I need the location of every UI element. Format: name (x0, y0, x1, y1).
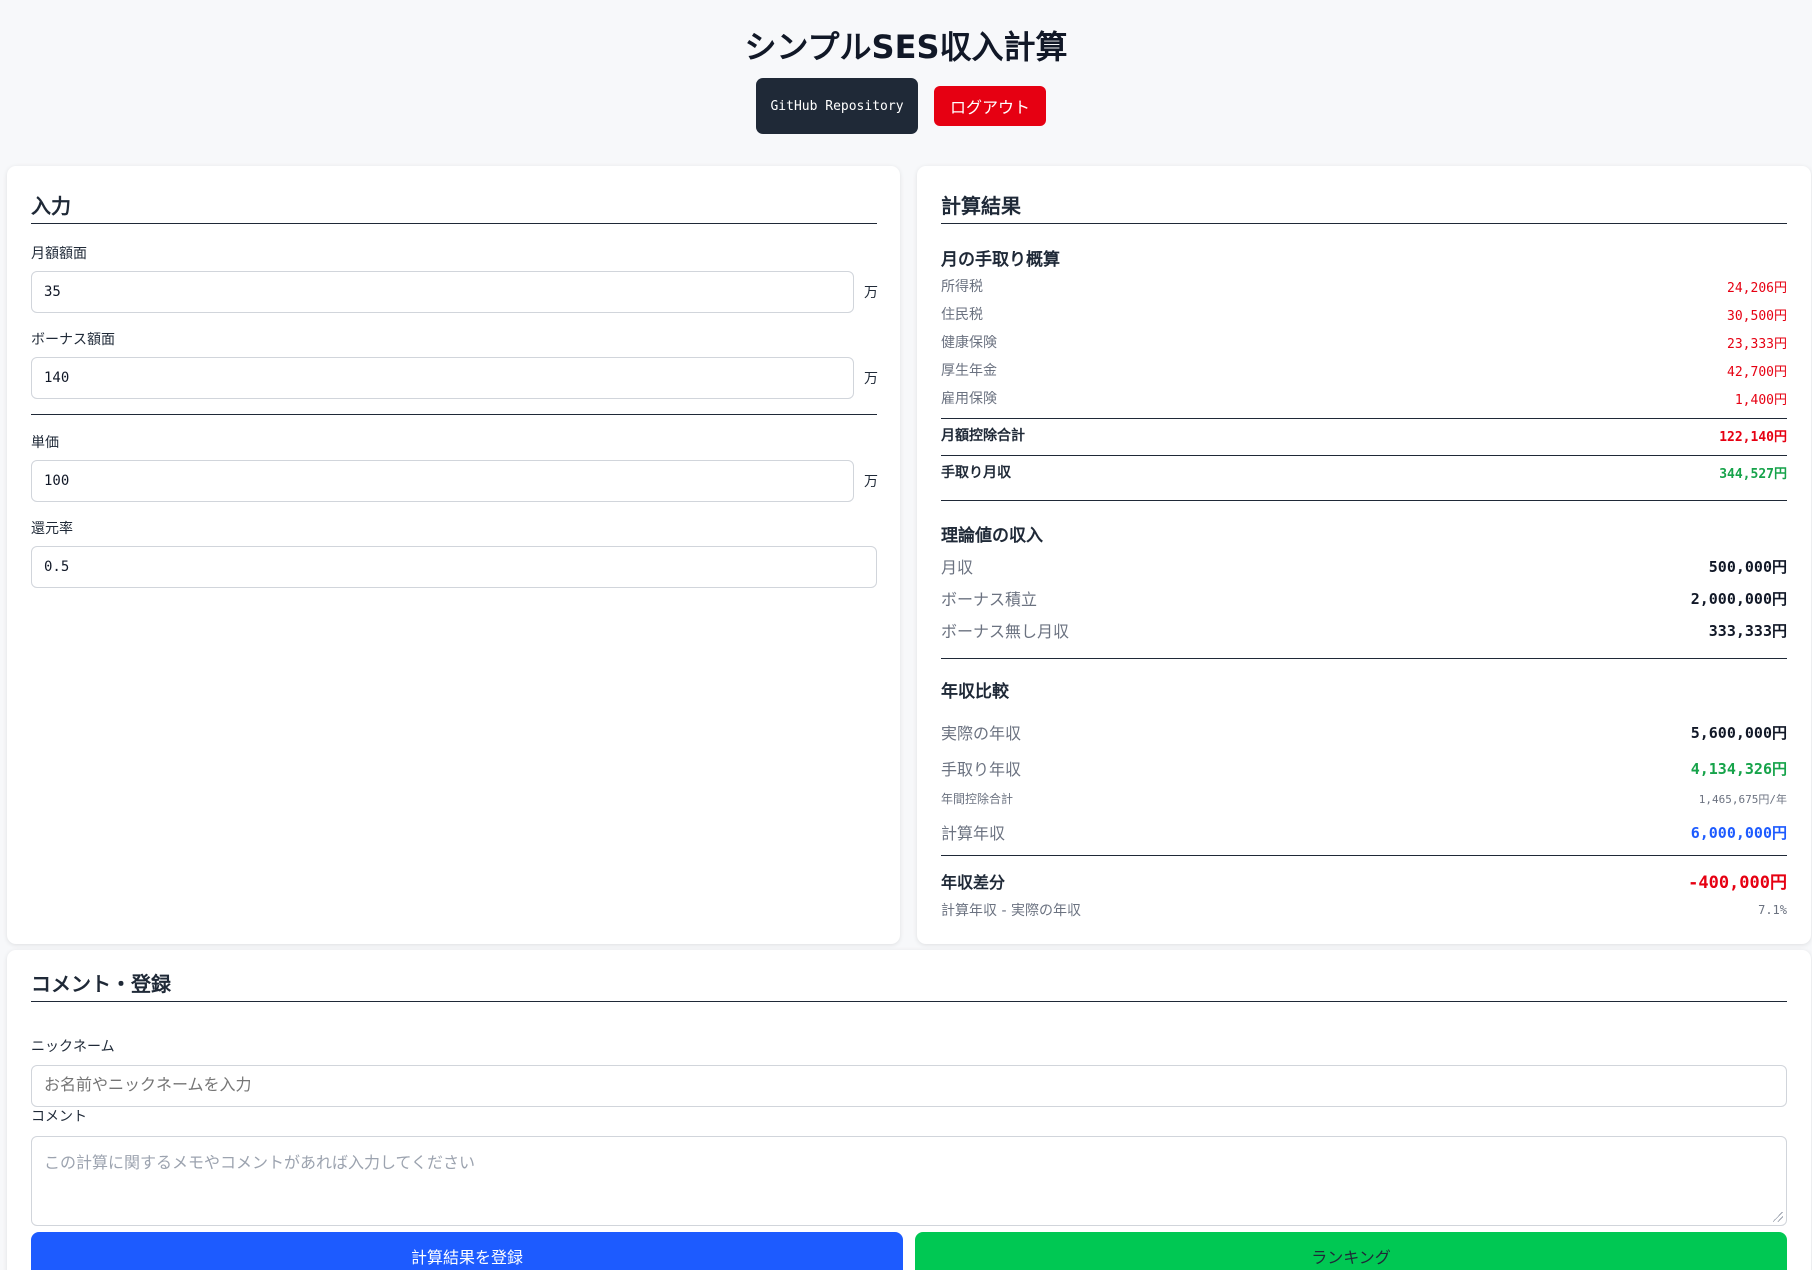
annual-deduction-row: 年間控除合計 1,465,675円/年 (941, 790, 1787, 807)
github-repository-button[interactable]: GitHub Repository (756, 78, 918, 134)
no-bonus-monthly-row: ボーナス無し月収 333,333円 (941, 618, 1787, 642)
deduction-label: 所得税 (941, 279, 983, 295)
deduction-label: 健康保険 (941, 335, 997, 351)
annual-diff-percent: 7.1% (1758, 903, 1787, 917)
net-monthly-row: 手取り月収 344,527円 (941, 462, 1787, 482)
return-rate-input[interactable]: 0.5 (31, 546, 877, 588)
nickname-input[interactable] (31, 1065, 1787, 1107)
deduction-total-value: 122,140円 (1719, 429, 1787, 445)
unit-price-input[interactable]: 100 (31, 460, 854, 502)
header: シンプルSES収入計算 GitHub Repository ログアウト (0, 0, 1812, 150)
unit-price-unit: 万 (864, 474, 878, 490)
annual-diff-formula: 計算年収 - 実際の年収 (941, 903, 1081, 919)
actual-annual-value: 5,600,000円 (1690, 723, 1787, 742)
deduction-value: 1,400円 (1734, 392, 1787, 408)
calc-annual-label: 計算年収 (941, 824, 1006, 843)
nickname-label: ニックネーム (31, 1039, 115, 1055)
ranking-button[interactable]: ランキング (915, 1232, 1787, 1270)
unit-price-label: 単価 (31, 435, 59, 451)
section-divider (941, 500, 1787, 501)
comment-textarea[interactable]: この計算に関するメモやコメントがあれば入力してください (31, 1136, 1787, 1226)
deduction-label: 厚生年金 (941, 363, 997, 379)
net-annual-row: 手取り年収 4,134,326円 (941, 756, 1787, 780)
deduction-divider (941, 418, 1787, 419)
theoretical-title: 理論値の収入 (941, 526, 1043, 546)
deduction-label: 住民税 (941, 307, 983, 323)
resize-grip-icon[interactable] (1773, 1212, 1783, 1222)
comment-placeholder: この計算に関するメモやコメントがあれば入力してください (44, 1153, 476, 1172)
calc-annual-value: 6,000,000円 (1690, 823, 1787, 842)
result-card-title: 計算結果 (941, 190, 1787, 224)
monthly-amount-label: 月額額面 (31, 246, 87, 262)
bonus-savings-label: ボーナス積立 (941, 590, 1038, 609)
annual-diff-value: -400,000円 (1688, 873, 1787, 893)
input-card: 入力 月額額面 35 万 ボーナス額面 140 万 単価 100 万 還元率 0… (7, 166, 900, 944)
deduction-value: 42,700円 (1727, 364, 1787, 380)
no-bonus-monthly-label: ボーナス無し月収 (941, 622, 1070, 641)
net-annual-label: 手取り年収 (941, 760, 1022, 779)
deduction-total-row: 月額控除合計 122,140円 (941, 425, 1787, 445)
annual-deduction-label: 年間控除合計 (941, 792, 1014, 806)
monthly-net-title: 月の手取り概算 (941, 250, 1060, 270)
deduction-total-label: 月額控除合計 (941, 428, 1025, 444)
deduction-value: 30,500円 (1727, 308, 1787, 324)
deduction-row-resident-tax: 住民税 30,500円 (941, 304, 1787, 324)
register-result-button[interactable]: 計算結果を登録 (31, 1232, 903, 1270)
deduction-value: 23,333円 (1727, 336, 1787, 352)
comment-card: コメント・登録 ニックネーム コメント この計算に関するメモやコメントがあれば入… (7, 950, 1811, 1270)
logout-button[interactable]: ログアウト (934, 86, 1046, 126)
actual-annual-row: 実際の年収 5,600,000円 (941, 720, 1787, 744)
bonus-savings-value: 2,000,000円 (1690, 589, 1787, 608)
net-monthly-value: 344,527円 (1719, 466, 1787, 482)
comment-label: コメント (31, 1109, 87, 1125)
deduction-row-income-tax: 所得税 24,206円 (941, 276, 1787, 296)
bonus-amount-label: ボーナス額面 (31, 332, 115, 348)
annual-diff-note-row: 計算年収 - 実際の年収 7.1% (941, 900, 1787, 920)
section-divider (941, 658, 1787, 659)
net-divider (941, 455, 1787, 456)
return-rate-label: 還元率 (31, 521, 73, 537)
bonus-amount-input[interactable]: 140 (31, 357, 854, 399)
comment-card-title: コメント・登録 (31, 968, 1787, 1002)
result-card: 計算結果 月の手取り概算 所得税 24,206円 住民税 30,500円 健康保… (917, 166, 1811, 944)
annual-diff-row: 年収差分 -400,000円 (941, 868, 1787, 894)
theoretical-monthly-label: 月収 (941, 558, 974, 577)
annual-comparison-title: 年収比較 (941, 682, 1009, 702)
page-title: シンプルSES収入計算 (744, 28, 1068, 66)
input-divider (31, 414, 877, 415)
monthly-amount-input[interactable]: 35 (31, 271, 854, 313)
bonus-savings-row: ボーナス積立 2,000,000円 (941, 586, 1787, 610)
deduction-row-employment-insurance: 雇用保険 1,400円 (941, 388, 1787, 408)
annual-deduction-value: 1,465,675円/年 (1698, 792, 1787, 806)
deduction-row-health-insurance: 健康保険 23,333円 (941, 332, 1787, 352)
theoretical-monthly-value: 500,000円 (1708, 557, 1787, 576)
section-divider (941, 855, 1787, 856)
net-annual-value: 4,134,326円 (1690, 759, 1787, 778)
net-monthly-label: 手取り月収 (941, 465, 1011, 481)
actual-annual-label: 実際の年収 (941, 724, 1022, 743)
monthly-amount-unit: 万 (864, 285, 878, 301)
input-card-title: 入力 (31, 190, 877, 224)
deduction-value: 24,206円 (1727, 280, 1787, 296)
deduction-row-pension: 厚生年金 42,700円 (941, 360, 1787, 380)
annual-diff-label: 年収差分 (941, 872, 1006, 892)
no-bonus-monthly-value: 333,333円 (1708, 621, 1787, 640)
deduction-label: 雇用保険 (941, 391, 997, 407)
theoretical-monthly-row: 月収 500,000円 (941, 554, 1787, 578)
bonus-amount-unit: 万 (864, 371, 878, 387)
calc-annual-row: 計算年収 6,000,000円 (941, 820, 1787, 844)
